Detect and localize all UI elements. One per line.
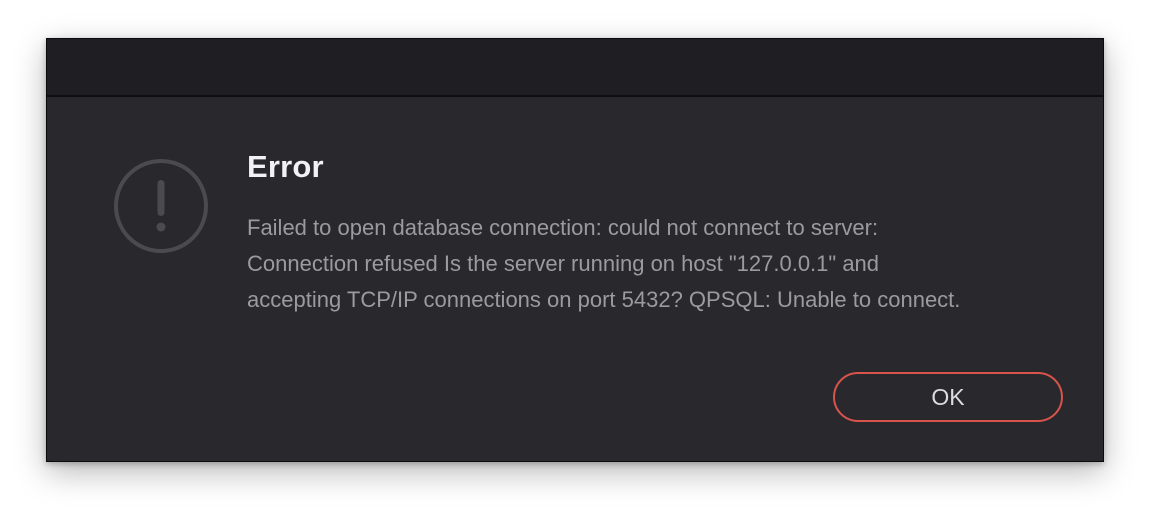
dialog-titlebar[interactable] xyxy=(47,39,1103,97)
screen: Error Failed to open database connection… xyxy=(0,0,1152,518)
error-message: Failed to open database connection: coul… xyxy=(247,215,961,312)
exclamation-circle-icon xyxy=(114,159,208,253)
dialog-title: Error xyxy=(247,149,324,184)
error-dialog: Error Failed to open database connection… xyxy=(46,38,1104,462)
ok-button[interactable]: OK xyxy=(833,372,1063,422)
